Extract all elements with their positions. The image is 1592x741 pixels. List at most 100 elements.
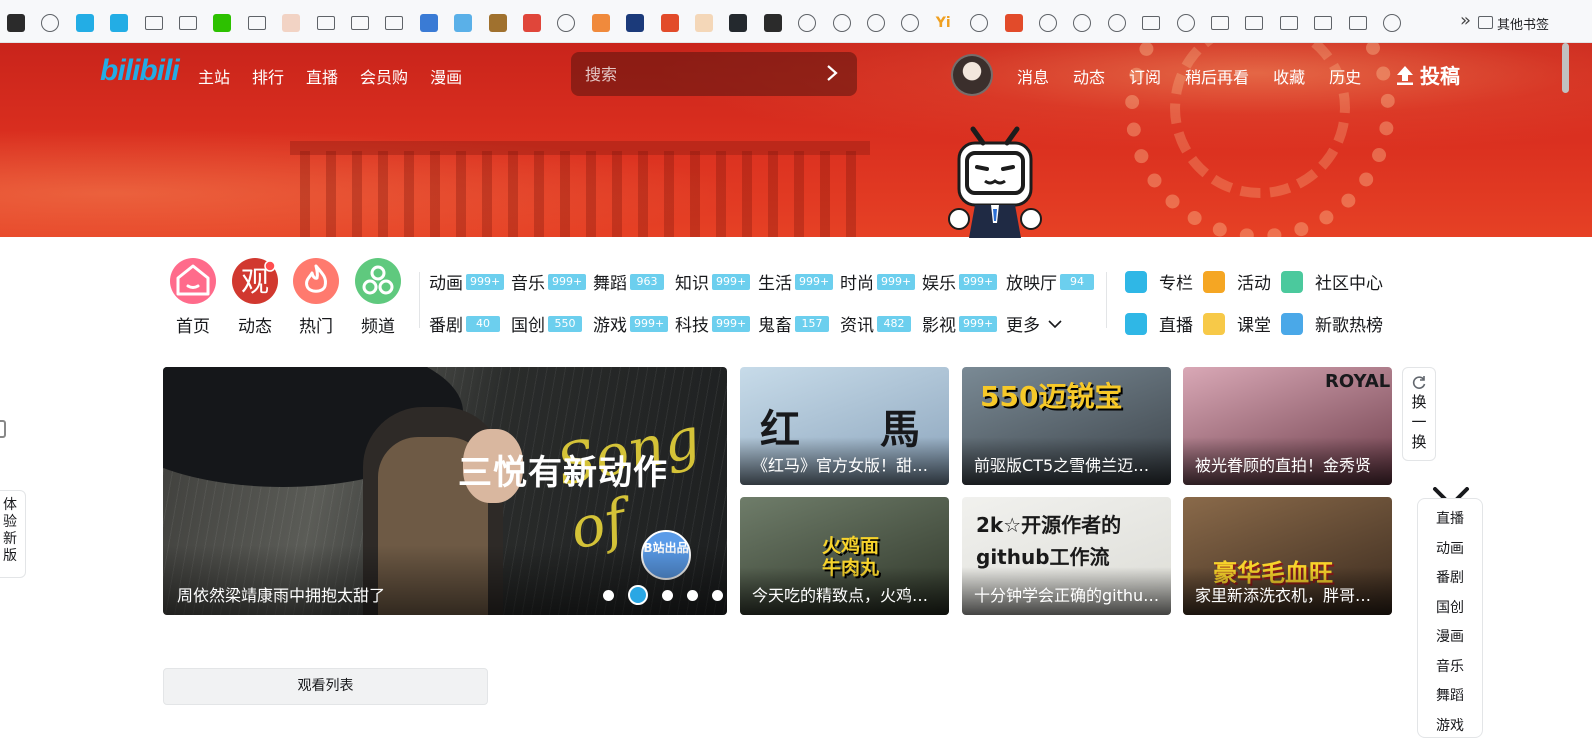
folder-icon[interactable]: [385, 16, 403, 30]
avatar-favicon[interactable]: [282, 14, 300, 32]
bookmark-favicon[interactable]: [764, 14, 782, 32]
nav-link-1[interactable]: 排行: [252, 64, 284, 88]
video-card[interactable]: 550迈锐宝前驱版CT5之雪佛兰迈锐宝: [962, 367, 1171, 485]
sidenav-item[interactable]: 国创: [1418, 594, 1482, 624]
more-channels-button[interactable]: 更多: [1006, 311, 1062, 336]
video-card[interactable]: ROYAL被光眷顾的直拍！金秀贤: [1183, 367, 1392, 485]
globe-icon[interactable]: [41, 14, 59, 32]
folder-icon[interactable]: [1349, 16, 1367, 30]
carousel-dot[interactable]: [687, 590, 698, 601]
search-submit-icon[interactable]: [825, 63, 839, 83]
sidenav-item[interactable]: 动画: [1418, 535, 1482, 565]
mail-favicon[interactable]: [626, 14, 644, 32]
channel-channels_row1-6[interactable]: 娱乐999+: [922, 269, 997, 294]
globe-icon[interactable]: [901, 14, 919, 32]
flame-favicon[interactable]: [661, 14, 679, 32]
quick-link-1[interactable]: 观动态: [232, 258, 278, 337]
chrome-favicon[interactable]: [523, 14, 541, 32]
channel-channels_row2-1[interactable]: 国创550: [511, 311, 582, 336]
video-card[interactable]: 豪华毛血旺家里新添洗衣机，胖哥吃毛血旺: [1183, 497, 1392, 615]
github-icon[interactable]: [729, 14, 747, 32]
search-input[interactable]: [585, 62, 815, 86]
nav-link-5[interactable]: 历史: [1329, 64, 1361, 88]
box-favicon[interactable]: [420, 14, 438, 32]
sidenav-item[interactable]: 直播: [1418, 505, 1482, 535]
channel-channels_row2-3[interactable]: 科技999+: [675, 311, 750, 336]
nav-link-2[interactable]: 直播: [306, 64, 338, 88]
nav-link-0[interactable]: 主站: [198, 64, 230, 88]
folder-icon[interactable]: [145, 16, 163, 30]
bilibili-favicon[interactable]: [76, 14, 94, 32]
globe-icon[interactable]: [1073, 14, 1091, 32]
extra-link-5[interactable]: 新歌热榜: [1281, 311, 1383, 336]
channel-channels_row1-1[interactable]: 音乐999+: [511, 269, 586, 294]
refresh-button[interactable]: 换一换: [1402, 367, 1436, 461]
fox-favicon[interactable]: [592, 14, 610, 32]
carousel-caption[interactable]: 周依然梁靖康雨中拥抱太甜了: [177, 582, 385, 606]
channel-channels_row2-6[interactable]: 影视999+: [922, 311, 997, 336]
sidenav-item[interactable]: 漫画: [1418, 623, 1482, 653]
folder-icon[interactable]: [248, 16, 266, 30]
channel-channels_row1-3[interactable]: 知识999+: [675, 269, 750, 294]
bookmarks-overflow-icon[interactable]: »: [1460, 10, 1471, 31]
carousel-dot[interactable]: [712, 590, 723, 601]
channel-channels_row2-0[interactable]: 番剧40: [429, 311, 500, 336]
quick-link-0[interactable]: 首页: [170, 258, 216, 337]
globe-icon[interactable]: [1039, 14, 1057, 32]
yi-favicon[interactable]: Yi: [936, 14, 954, 32]
sidenav-item[interactable]: 游戏: [1418, 712, 1482, 741]
phone-icon[interactable]: [0, 420, 6, 438]
globe-icon[interactable]: [970, 14, 988, 32]
nav-link-4[interactable]: 收藏: [1273, 64, 1305, 88]
channel-channels_row1-5[interactable]: 时尚999+: [840, 269, 915, 294]
extra-link-3[interactable]: 直播: [1125, 311, 1193, 336]
sidenav-item[interactable]: 音乐: [1418, 653, 1482, 683]
nav-link-3[interactable]: 稍后再看: [1185, 64, 1249, 88]
bilibili-logo[interactable]: bilibili: [100, 54, 179, 88]
nav-link-1[interactable]: 动态: [1073, 64, 1105, 88]
video-card[interactable]: 火鸡面 牛肉丸今天吃的精致点，火鸡面牛肉丸: [740, 497, 949, 615]
folder-icon[interactable]: [1211, 16, 1229, 30]
bilibili-favicon[interactable]: [110, 14, 128, 32]
extra-link-0[interactable]: 专栏: [1125, 269, 1193, 294]
carousel-dot[interactable]: [603, 590, 614, 601]
channel-channels_row1-4[interactable]: 生活999+: [758, 269, 833, 294]
nav-link-3[interactable]: 会员购: [360, 64, 408, 88]
folder-icon[interactable]: [1142, 16, 1160, 30]
carousel-dot[interactable]: [662, 590, 673, 601]
quick-link-3[interactable]: 频道: [355, 258, 401, 337]
folder-icon[interactable]: [1245, 16, 1263, 30]
globe-icon[interactable]: [557, 14, 575, 32]
page-scrollbar[interactable]: [1562, 43, 1569, 93]
watch-list-button[interactable]: 观看列表: [163, 668, 488, 705]
globe-icon[interactable]: [833, 14, 851, 32]
extra-link-1[interactable]: 活动: [1203, 269, 1271, 294]
quick-link-2[interactable]: 热门: [293, 258, 339, 337]
channel-channels_row1-7[interactable]: 放映厅94: [1006, 269, 1094, 294]
anime-favicon[interactable]: [695, 14, 713, 32]
channel-channels_row2-2[interactable]: 游戏999+: [593, 311, 668, 336]
carousel-banner[interactable]: Song of 三悦有新动作 B站出品 周依然梁靖康雨中拥抱太甜了: [163, 367, 727, 615]
channel-channels_row1-2[interactable]: 舞蹈963: [593, 269, 664, 294]
channel-channels_row2-4[interactable]: 鬼畜157: [758, 311, 829, 336]
folder-icon[interactable]: [1280, 16, 1298, 30]
extra-link-2[interactable]: 社区中心: [1281, 269, 1383, 294]
extra-link-4[interactable]: 课堂: [1203, 311, 1271, 336]
snowflake-favicon[interactable]: [454, 14, 472, 32]
nav-link-2[interactable]: 订阅: [1129, 64, 1161, 88]
video-card[interactable]: 2k☆开源作者的 github工作流十分钟学会正确的github工作流: [962, 497, 1171, 615]
globe-icon[interactable]: [798, 14, 816, 32]
wechat-favicon[interactable]: [213, 14, 231, 32]
try-new-version-button[interactable]: 体验新版: [0, 490, 26, 578]
globe-icon[interactable]: [1108, 14, 1126, 32]
other-bookmarks[interactable]: 其他书签: [1497, 14, 1549, 33]
tv-mascot-icon[interactable]: [945, 123, 1045, 238]
channel-channels_row1-0[interactable]: 动画999+: [429, 269, 504, 294]
carousel-dot[interactable]: [628, 585, 648, 605]
globe-icon[interactable]: [1383, 14, 1401, 32]
folder-icon[interactable]: [317, 16, 335, 30]
flame-favicon[interactable]: [1005, 14, 1023, 32]
channel-channels_row2-5[interactable]: 资讯482: [840, 311, 911, 336]
nav-link-0[interactable]: 消息: [1017, 64, 1049, 88]
avatar[interactable]: [951, 54, 993, 96]
